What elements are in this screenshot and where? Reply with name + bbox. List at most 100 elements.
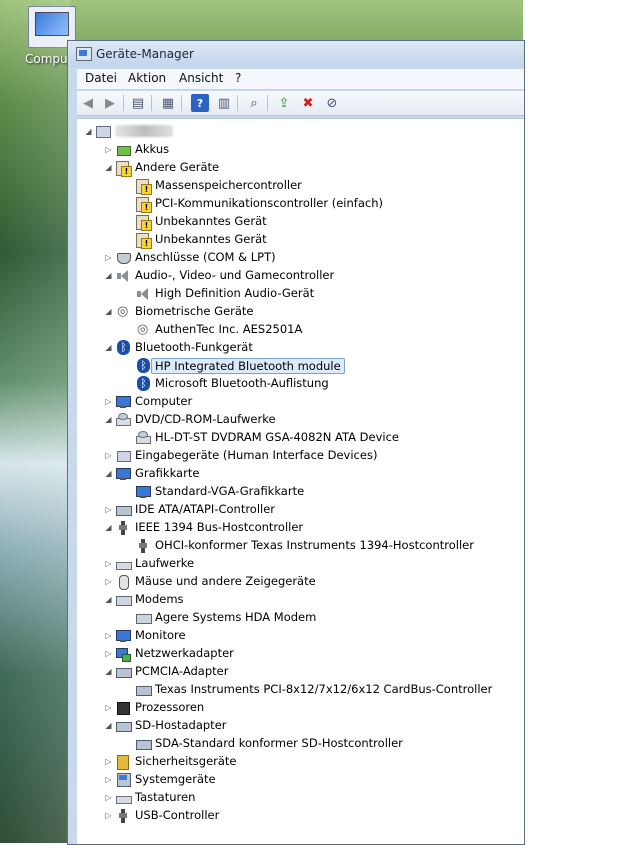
collapse-arrow-icon[interactable]: ◢ bbox=[104, 343, 113, 352]
tree-device[interactable]: AuthenTec Inc. AES2501A bbox=[77, 321, 517, 338]
tree-category[interactable]: ◢ Grafikkarte bbox=[77, 465, 517, 482]
back-arrow-icon[interactable]: ◀ bbox=[79, 94, 97, 112]
expand-arrow-icon[interactable]: ▷ bbox=[104, 649, 113, 658]
console-tree-icon[interactable]: ▤ bbox=[129, 94, 147, 112]
tree-category[interactable]: ▷ Tastaturen bbox=[77, 789, 517, 806]
tree-category[interactable]: ◢ PCMCIA-Adapter bbox=[77, 663, 517, 680]
collapse-arrow-icon[interactable]: ◢ bbox=[104, 163, 113, 172]
monitor-icon bbox=[115, 394, 131, 410]
tree-category[interactable]: ▷ Prozessoren bbox=[77, 699, 517, 716]
tree-device[interactable]: Microsoft Bluetooth-Auflistung bbox=[77, 375, 517, 392]
tree-item-label: USB-Controller bbox=[135, 808, 220, 822]
computer-desktop-label[interactable]: Compu bbox=[25, 52, 68, 66]
tree-category[interactable]: ◢ IEEE 1394 Bus-Hostcontroller bbox=[77, 519, 517, 536]
redacted-computer-name bbox=[115, 125, 173, 137]
tree-category[interactable]: ◢ Audio-, Video- und Gamecontroller bbox=[77, 267, 517, 284]
view-icon[interactable]: ▥ bbox=[215, 94, 233, 112]
expand-arrow-icon[interactable]: ▷ bbox=[104, 703, 113, 712]
tree-category[interactable]: ▷ Akkus bbox=[77, 141, 517, 158]
monitor-icon bbox=[135, 484, 151, 500]
tree-category[interactable]: ▷ Systemgeräte bbox=[77, 771, 517, 788]
tree-device[interactable]: Massenspeichercontroller bbox=[77, 177, 517, 195]
uninstall-icon[interactable]: ✖ bbox=[299, 94, 317, 112]
collapse-arrow-icon[interactable]: ◢ bbox=[104, 415, 113, 424]
menu-aktion[interactable]: Aktion bbox=[128, 71, 166, 85]
expand-arrow-icon[interactable]: ▷ bbox=[104, 631, 113, 640]
tree-device[interactable]: Texas Instruments PCI-8x12/7x12/6x12 Car… bbox=[77, 681, 517, 698]
tree-device[interactable]: Standard-VGA-Grafikkarte bbox=[77, 483, 517, 500]
collapse-arrow-icon[interactable]: ◢ bbox=[104, 721, 113, 730]
battery-icon bbox=[115, 142, 131, 158]
tree-category[interactable]: ▷ IDE ATA/ATAPI-Controller bbox=[77, 501, 517, 518]
expand-arrow-icon[interactable]: ▷ bbox=[104, 397, 113, 406]
tree-device[interactable]: Unbekanntes Gerät bbox=[77, 231, 517, 249]
modem-icon bbox=[115, 592, 132, 608]
collapse-arrow-icon[interactable]: ◢ bbox=[104, 523, 113, 532]
tree-category[interactable]: ▷ Anschlüsse (COM & LPT) bbox=[77, 249, 517, 266]
tree-root[interactable]: ◢ bbox=[77, 123, 517, 140]
tree-category[interactable]: ◢ Bluetooth-Funkgerät bbox=[77, 339, 517, 356]
menu-ansicht[interactable]: Ansicht bbox=[179, 71, 223, 85]
tree-category[interactable]: ▷ USB-Controller bbox=[77, 807, 517, 824]
tree-category[interactable]: ◢ Modems bbox=[77, 591, 517, 608]
tree-category[interactable]: ▷ Sicherheitsgeräte bbox=[77, 753, 517, 770]
tree-category[interactable]: ▷ Laufwerke bbox=[77, 555, 517, 572]
properties-icon[interactable]: ▦ bbox=[159, 94, 177, 112]
title-bar[interactable]: Geräte-Manager bbox=[68, 41, 524, 67]
tree-item-label: DVD/CD-ROM-Laufwerke bbox=[135, 412, 276, 426]
tree-category[interactable]: ▷ Eingabegeräte (Human Interface Devices) bbox=[77, 447, 517, 464]
update-driver-icon[interactable]: ⇪ bbox=[275, 94, 293, 112]
warn-icon bbox=[135, 232, 152, 249]
keyboard-icon bbox=[115, 790, 132, 806]
expand-arrow-icon[interactable]: ▷ bbox=[104, 757, 113, 766]
expand-arrow-icon[interactable]: ▷ bbox=[104, 253, 113, 262]
warn-icon bbox=[115, 160, 132, 177]
expand-arrow-icon[interactable]: ▷ bbox=[104, 559, 113, 568]
collapse-arrow-icon[interactable]: ◢ bbox=[104, 271, 113, 280]
tree-category[interactable]: ▷ Monitore bbox=[77, 627, 517, 644]
tree-item-label: Grafikkarte bbox=[135, 466, 200, 480]
expand-arrow-icon[interactable]: ▷ bbox=[104, 811, 113, 820]
tree-device[interactable]: HP Integrated Bluetooth module bbox=[77, 357, 517, 374]
tree-item-label: Bluetooth-Funkgerät bbox=[135, 340, 253, 354]
expand-arrow-icon[interactable]: ▷ bbox=[104, 577, 113, 586]
menu-help[interactable]: ? bbox=[235, 71, 241, 85]
menu-datei[interactable]: Datei bbox=[85, 71, 117, 85]
tree-device[interactable]: PCI-Kommunikationscontroller (einfach) bbox=[77, 195, 517, 213]
tree-category[interactable]: ▷ Netzwerkadapter bbox=[77, 645, 517, 662]
collapse-arrow-icon[interactable]: ◢ bbox=[104, 667, 113, 676]
tree-category[interactable]: ◢ DVD/CD-ROM-Laufwerke bbox=[77, 411, 517, 428]
tree-item-label: Andere Geräte bbox=[135, 160, 220, 174]
tree-device[interactable]: Unbekanntes Gerät bbox=[77, 213, 517, 231]
collapse-arrow-icon[interactable]: ◢ bbox=[104, 595, 113, 604]
tree-category[interactable]: ◢ Biometrische Geräte bbox=[77, 303, 517, 320]
expand-arrow-icon[interactable]: ▷ bbox=[104, 145, 113, 154]
tree-device[interactable]: SDA-Standard konformer SD-Hostcontroller bbox=[77, 735, 517, 752]
tree-item-label: PCI-Kommunikationscontroller (einfach) bbox=[155, 196, 383, 210]
expand-arrow-icon[interactable]: ▷ bbox=[104, 451, 113, 460]
tree-device[interactable]: OHCI-konformer Texas Instruments 1394-Ho… bbox=[77, 537, 517, 554]
tree-category[interactable]: ◢ SD-Hostadapter bbox=[77, 717, 517, 734]
forward-arrow-icon[interactable]: ▶ bbox=[101, 94, 119, 112]
expand-arrow-icon[interactable]: ▷ bbox=[104, 775, 113, 784]
help-icon[interactable]: ? bbox=[191, 94, 209, 112]
security-icon bbox=[115, 754, 131, 770]
tree-item-label: Akkus bbox=[135, 142, 170, 156]
tree-device[interactable]: Agere Systems HDA Modem bbox=[77, 609, 517, 626]
scan-hardware-icon[interactable]: ⌕ bbox=[245, 94, 263, 112]
tree-category[interactable]: ◢ Andere Geräte bbox=[77, 159, 517, 177]
collapse-arrow-icon[interactable]: ◢ bbox=[104, 469, 113, 478]
expand-arrow-icon[interactable]: ▷ bbox=[104, 793, 113, 802]
bluetooth-icon bbox=[135, 358, 151, 374]
disable-icon[interactable]: ⊘ bbox=[323, 94, 341, 112]
tree-device[interactable]: HL-DT-ST DVDRAM GSA-4082N ATA Device bbox=[77, 429, 517, 446]
tree-category[interactable]: ▷ Mäuse und andere Zeigegeräte bbox=[77, 573, 517, 590]
expand-arrow-icon[interactable]: ▷ bbox=[104, 505, 113, 514]
card-icon bbox=[115, 502, 132, 518]
cdrom-icon bbox=[135, 430, 151, 446]
speaker-icon bbox=[115, 268, 131, 284]
tree-device[interactable]: High Definition Audio-Gerät bbox=[77, 285, 517, 302]
collapse-arrow-icon[interactable]: ◢ bbox=[84, 127, 93, 136]
collapse-arrow-icon[interactable]: ◢ bbox=[104, 307, 113, 316]
tree-category[interactable]: ▷ Computer bbox=[77, 393, 517, 410]
